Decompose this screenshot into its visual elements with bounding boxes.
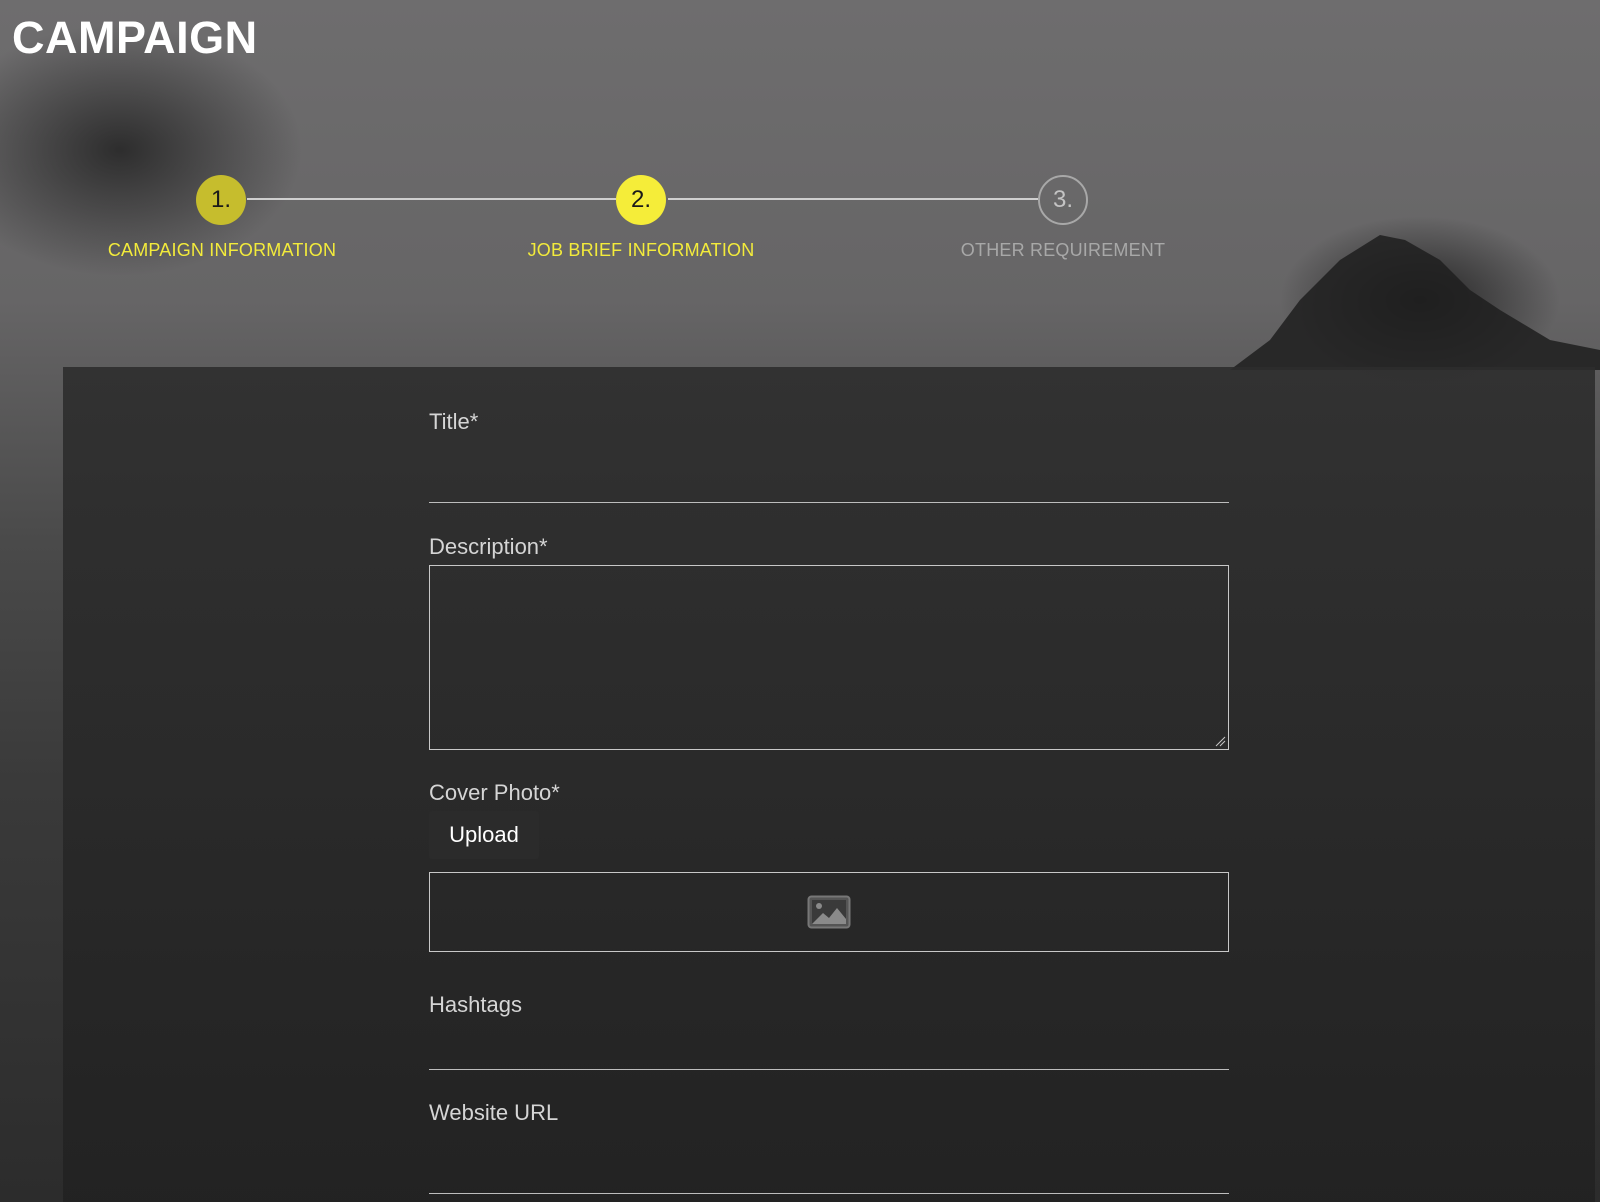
- cover-photo-label: Cover Photo*: [429, 780, 560, 805]
- step-1-number: 1.: [210, 186, 231, 213]
- step-3-circle[interactable]: 3.: [1038, 175, 1088, 225]
- step-connector-2-3: [668, 198, 1038, 200]
- description-textarea[interactable]: [429, 565, 1229, 750]
- description-label: Description*: [429, 534, 548, 559]
- website-url-label: Website URL: [429, 1100, 559, 1125]
- hashtags-label: Hashtags: [429, 992, 522, 1017]
- image-icon: [807, 895, 851, 929]
- hashtags-input[interactable]: [429, 1030, 1229, 1070]
- step-2-number: 2.: [630, 186, 651, 213]
- step-1-circle[interactable]: 1.: [196, 175, 246, 225]
- resize-handle-icon[interactable]: [1214, 735, 1226, 747]
- upload-button[interactable]: Upload: [429, 811, 539, 859]
- step-3-label[interactable]: OTHER REQUIREMENT: [903, 240, 1223, 261]
- step-2-label[interactable]: JOB BRIEF INFORMATION: [481, 240, 801, 261]
- step-2-circle[interactable]: 2.: [616, 175, 666, 225]
- step-3-number: 3.: [1052, 186, 1073, 213]
- step-connector-1-2: [247, 198, 616, 200]
- title-label: Title*: [429, 409, 479, 434]
- step-1-label[interactable]: CAMPAIGN INFORMATION: [62, 240, 382, 261]
- title-input[interactable]: [429, 463, 1229, 503]
- stepper: 1. CAMPAIGN INFORMATION 2. JOB BRIEF INF…: [0, 0, 1600, 300]
- cover-photo-preview[interactable]: [429, 872, 1229, 952]
- website-url-input[interactable]: [429, 1154, 1229, 1194]
